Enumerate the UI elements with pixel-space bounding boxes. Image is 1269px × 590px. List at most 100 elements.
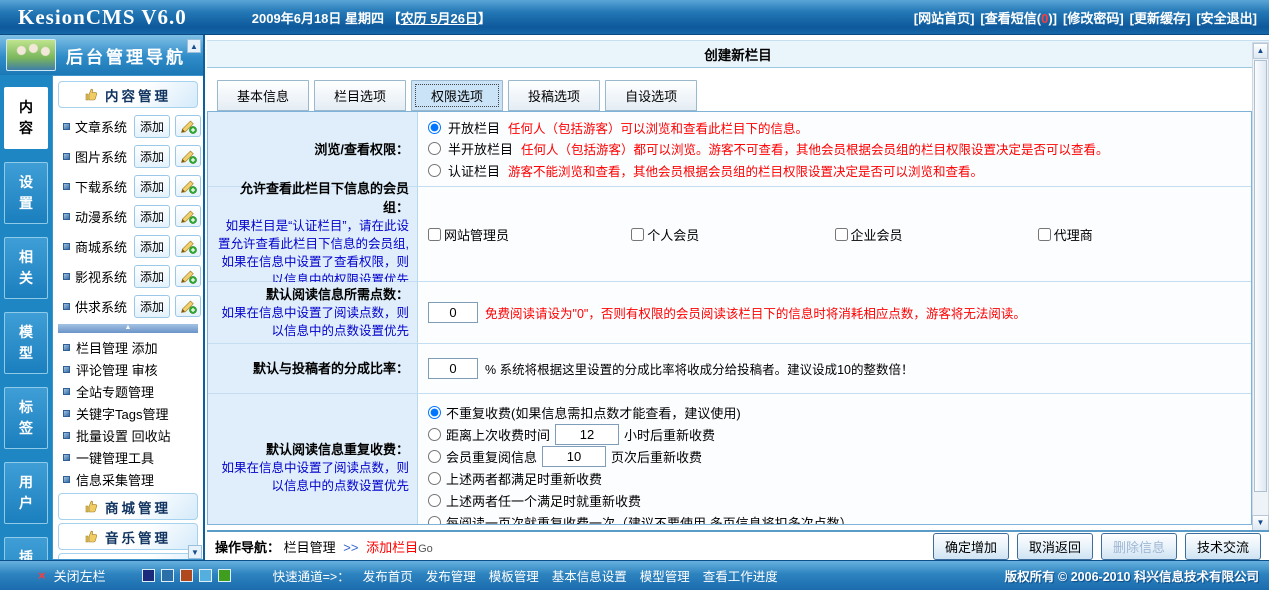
music-management-group-button[interactable]: 音乐管理	[58, 523, 198, 550]
sidebar-tab-content[interactable]: 内容	[4, 87, 48, 149]
pencil-plus-icon	[180, 179, 197, 194]
site-admin-checkbox[interactable]	[428, 228, 441, 241]
radio-charge-after-hours[interactable]	[428, 428, 441, 441]
radio-both-satisfied[interactable]	[428, 472, 441, 485]
radio-charge-after-pages[interactable]	[428, 450, 441, 463]
add-button[interactable]: 添加	[134, 265, 170, 288]
refresh-cache-link[interactable]: [更新缓存]	[1130, 8, 1191, 27]
sidebar-tab-settings[interactable]: 设置	[4, 162, 48, 224]
sidebar-tab-plugins[interactable]: 插件	[4, 537, 48, 560]
main-vertical-scrollbar[interactable]: ▲ ▼	[1252, 42, 1269, 532]
checkbox-site-admin[interactable]: 网站管理员	[428, 225, 631, 244]
radio-auth-column[interactable]	[428, 164, 441, 177]
skin-swatch-blue[interactable]	[161, 569, 174, 582]
system-row-video: 影视系统 添加	[53, 261, 203, 291]
scroll-up-icon[interactable]: ▲	[1253, 43, 1268, 59]
read-points-desc: 免费阅读请设为"0"，否则有权限的会员阅读该栏目下的信息时将消耗相应点数，游客将…	[485, 303, 1026, 322]
confirm-add-button[interactable]: 确定增加	[933, 533, 1009, 560]
link-collect-manage[interactable]: 信息采集管理	[76, 470, 154, 489]
checkbox-enterprise-member[interactable]: 企业会员	[835, 225, 1038, 244]
option-charge-after-hours: 距离上次收费时间 小时后重新收费	[428, 423, 1241, 445]
close-icon[interactable]: ×	[38, 568, 46, 583]
skin-swatch-red[interactable]	[180, 569, 193, 582]
sms-link[interactable]: [查看短信(0)]	[980, 8, 1057, 27]
cancel-return-button[interactable]: 取消返回	[1017, 533, 1093, 560]
link-special-topic[interactable]: 全站专题管理	[76, 382, 154, 401]
change-password-link[interactable]: [修改密码]	[1063, 8, 1124, 27]
add-button[interactable]: 添加	[134, 235, 170, 258]
go-link[interactable]: Go	[418, 543, 433, 555]
quick-link-model-manage[interactable]: 模型管理	[640, 566, 690, 585]
edit-add-button[interactable]	[175, 145, 201, 167]
hours-input[interactable]	[555, 424, 619, 445]
enterprise-member-checkbox[interactable]	[835, 228, 848, 241]
pages-input[interactable]	[542, 446, 606, 467]
edit-add-button[interactable]	[175, 115, 201, 137]
site-home-link[interactable]: [网站首页]	[914, 8, 975, 27]
row-label: 默认阅读信息重复收费：	[216, 440, 409, 459]
edit-add-button[interactable]	[175, 295, 201, 317]
quick-link-publish-home[interactable]: 发布首页	[363, 566, 413, 585]
sidebar-tab-tags[interactable]: 标签	[4, 387, 48, 449]
collapse-divider[interactable]: ▲	[58, 324, 198, 333]
read-points-input[interactable]	[428, 302, 478, 323]
sidebar-scroll-up-icon[interactable]: ▲	[187, 39, 201, 53]
sidebar-tab-related[interactable]: 相关	[4, 237, 48, 299]
quick-link-template-manage[interactable]: 模板管理	[489, 566, 539, 585]
edit-add-button[interactable]	[175, 235, 201, 257]
tab-column-options[interactable]: 栏目选项	[314, 80, 406, 111]
add-button[interactable]: 添加	[134, 175, 170, 198]
tech-support-button[interactable]: 技术交流	[1185, 533, 1261, 560]
job-recruit-group-button[interactable]: 招聘求职	[58, 553, 198, 560]
add-button[interactable]: 添加	[134, 145, 170, 168]
sidebar-menu-panel: 内容管理 文章系统 添加 图片系统 添加 下载系统 添加	[52, 75, 203, 560]
sidebar-scroll-down-icon[interactable]: ▼	[188, 545, 202, 559]
tab-custom-options[interactable]: 自设选项	[605, 80, 697, 111]
sidebar-tab-users[interactable]: 用户	[4, 462, 48, 524]
tab-permission-options[interactable]: 权限选项	[411, 80, 503, 111]
breadcrumb-column-manage[interactable]: 栏目管理	[284, 540, 336, 555]
edit-add-button[interactable]	[175, 175, 201, 197]
skin-swatch-navy[interactable]	[142, 569, 155, 582]
link-comment-manage[interactable]: 评论管理 审核	[76, 360, 158, 379]
safe-exit-link[interactable]: [安全退出]	[1196, 8, 1257, 27]
add-button[interactable]: 添加	[134, 115, 170, 138]
link-tags-manage[interactable]: 关键字Tags管理	[76, 404, 168, 423]
sidebar-header: 后台管理导航 ▲	[0, 35, 203, 75]
lunar-date-link[interactable]: 农历 5月26日	[401, 11, 478, 26]
add-button[interactable]: 添加	[134, 205, 170, 228]
quick-channel: 快速通道=>： 发布首页 发布管理 模板管理 基本信息设置 模型管理 查看工作进…	[273, 566, 778, 585]
scroll-down-icon[interactable]: ▼	[1252, 515, 1269, 531]
add-button[interactable]: 添加	[134, 295, 170, 318]
checkbox-agent[interactable]: 代理商	[1038, 225, 1241, 244]
tab-submission-options[interactable]: 投稿选项	[508, 80, 600, 111]
personal-member-checkbox[interactable]	[631, 228, 644, 241]
radio-half-open-column[interactable]	[428, 142, 441, 155]
skin-swatch-lightblue[interactable]	[199, 569, 212, 582]
close-left-panel-link[interactable]: 关闭左栏	[54, 566, 106, 585]
scrollbar-thumb[interactable]	[1254, 60, 1267, 492]
option-both-satisfied: 上述两者都满足时重新收费	[428, 467, 1241, 489]
tab-basic-info[interactable]: 基本信息	[217, 80, 309, 111]
agent-checkbox[interactable]	[1038, 228, 1051, 241]
radio-charge-every-page[interactable]	[428, 516, 441, 526]
checkbox-personal-member[interactable]: 个人会员	[631, 225, 834, 244]
sidebar-tab-model[interactable]: 模型	[4, 312, 48, 374]
link-column-manage[interactable]: 栏目管理 添加	[76, 338, 158, 357]
link-batch-recycle[interactable]: 批量设置 回收站	[76, 426, 171, 445]
share-ratio-input[interactable]	[428, 358, 478, 379]
radio-open-column[interactable]	[428, 121, 441, 134]
content-management-group-button[interactable]: 内容管理	[58, 81, 198, 108]
radio-either-satisfied[interactable]	[428, 494, 441, 507]
radio-no-repeat-charge[interactable]	[428, 406, 441, 419]
quick-link-publish-manage[interactable]: 发布管理	[426, 566, 476, 585]
row-repeat-charge: 默认阅读信息重复收费： 如果在信息中设置了阅读点数，则以信息中的点数设置优先 不…	[208, 394, 1251, 525]
edit-add-button[interactable]	[175, 205, 201, 227]
quick-link-basic-info[interactable]: 基本信息设置	[552, 566, 627, 585]
link-onekey-tools[interactable]: 一键管理工具	[76, 448, 154, 467]
skin-swatch-green[interactable]	[218, 569, 231, 582]
mall-management-group-button[interactable]: 商城管理	[58, 493, 198, 520]
quick-link-work-progress[interactable]: 查看工作进度	[703, 566, 778, 585]
quick-channel-label: 快速通道=>：	[273, 566, 350, 585]
edit-add-button[interactable]	[175, 265, 201, 287]
